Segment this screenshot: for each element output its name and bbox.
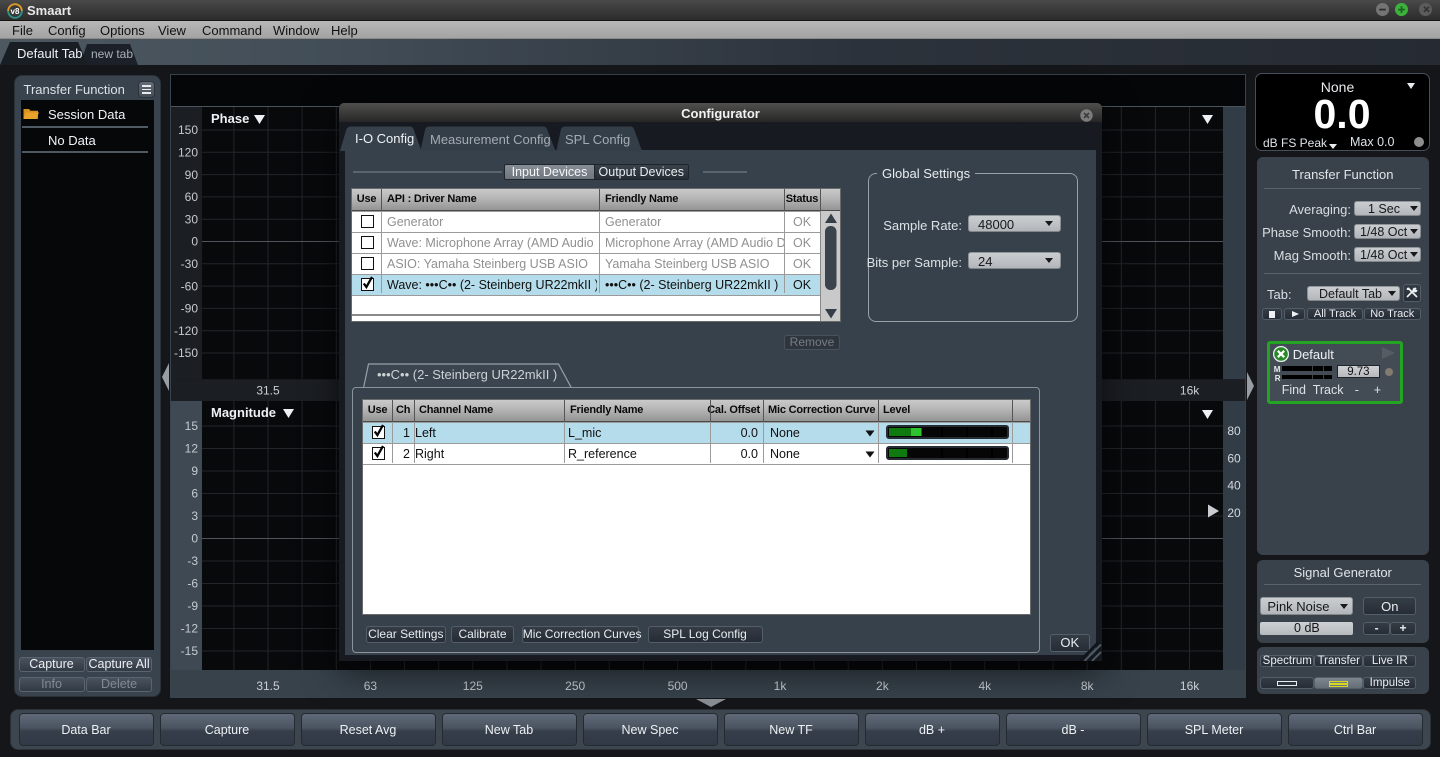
svg-text:20: 20 <box>1227 506 1241 520</box>
svg-text:8k: 8k <box>1081 679 1095 693</box>
svg-text:4k: 4k <box>978 679 992 693</box>
svg-text:2k: 2k <box>876 679 890 693</box>
svg-text:-90: -90 <box>181 302 199 316</box>
svg-text:-12: -12 <box>181 622 199 636</box>
svg-text:6: 6 <box>191 487 198 501</box>
svg-text:-6: -6 <box>187 577 198 591</box>
svg-text:Magnitude: Magnitude <box>211 405 276 420</box>
svg-text:0: 0 <box>191 235 198 249</box>
svg-text:-9: -9 <box>187 599 198 613</box>
svg-text:-120: -120 <box>174 324 198 338</box>
svg-text:9: 9 <box>191 464 198 478</box>
svg-text:120: 120 <box>178 146 198 160</box>
svg-text:-30: -30 <box>181 257 199 271</box>
svg-text:15: 15 <box>185 419 199 433</box>
svg-text:125: 125 <box>463 679 483 693</box>
svg-text:60: 60 <box>185 190 199 204</box>
svg-text:500: 500 <box>668 679 688 693</box>
svg-text:16k: 16k <box>1180 384 1200 398</box>
svg-text:1k: 1k <box>774 679 788 693</box>
svg-text:-150: -150 <box>174 346 198 360</box>
svg-text:-15: -15 <box>181 644 199 658</box>
svg-text:150: 150 <box>178 123 198 137</box>
svg-text:90: 90 <box>185 168 199 182</box>
svg-text:31.5: 31.5 <box>256 679 280 693</box>
svg-text:16k: 16k <box>1180 679 1200 693</box>
svg-text:Phase: Phase <box>211 111 249 126</box>
svg-text:31.5: 31.5 <box>256 384 280 398</box>
svg-text:v8: v8 <box>11 7 20 16</box>
svg-text:-60: -60 <box>181 279 199 293</box>
svg-text:0: 0 <box>191 532 198 546</box>
svg-text:60: 60 <box>1227 451 1241 465</box>
svg-text:63: 63 <box>364 679 378 693</box>
svg-text:30: 30 <box>185 212 199 226</box>
svg-text:-3: -3 <box>187 554 198 568</box>
svg-text:12: 12 <box>185 442 199 456</box>
svg-text:80: 80 <box>1227 424 1241 438</box>
svg-text:250: 250 <box>565 679 585 693</box>
svg-text:40: 40 <box>1227 479 1241 493</box>
svg-text:3: 3 <box>191 509 198 523</box>
